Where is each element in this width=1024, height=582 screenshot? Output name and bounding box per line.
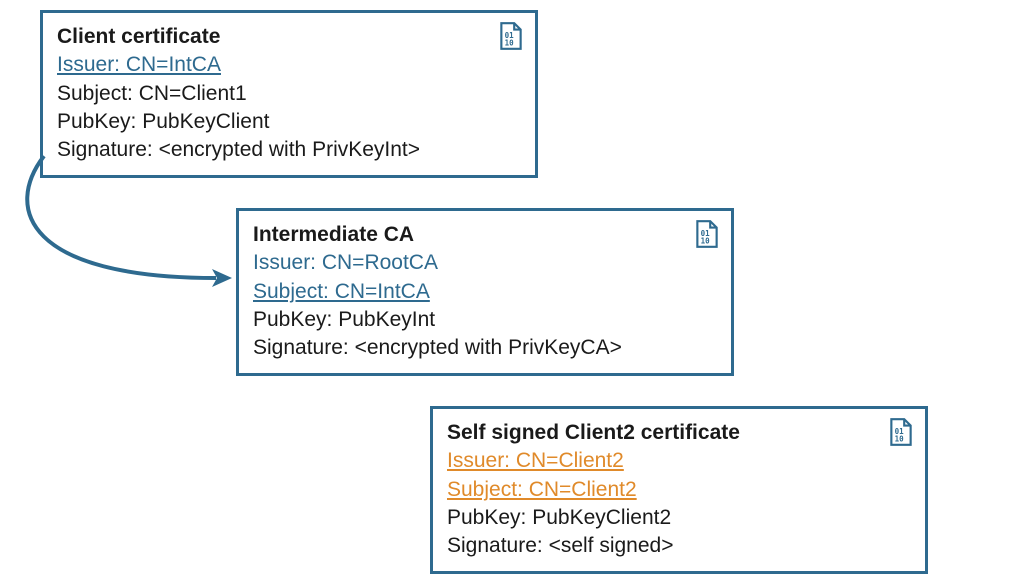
svg-text:10: 10 [505, 39, 515, 48]
binary-file-icon: 01 10 [693, 219, 721, 249]
cert-issuer: Issuer: CN=RootCA [253, 249, 717, 277]
cert-pubkey: PubKey: PubKeyClient2 [447, 504, 911, 532]
cert-title: Client certificate [57, 23, 521, 51]
cert-subject: Subject: CN=Client1 [57, 80, 521, 108]
binary-file-icon: 01 10 [497, 21, 525, 51]
self-signed-certificate-box: Self signed Client2 certificate Issuer: … [430, 406, 928, 574]
svg-text:10: 10 [701, 237, 711, 246]
cert-title: Intermediate CA [253, 221, 717, 249]
cert-issuer: Issuer: CN=IntCA [57, 51, 521, 79]
cert-issuer: Issuer: CN=Client2 [447, 447, 911, 475]
cert-subject: Subject: CN=IntCA [253, 278, 717, 306]
cert-pubkey: PubKey: PubKeyInt [253, 306, 717, 334]
cert-signature: Signature: <encrypted with PrivKeyInt> [57, 136, 521, 164]
cert-title: Self signed Client2 certificate [447, 419, 911, 447]
cert-pubkey: PubKey: PubKeyClient [57, 108, 521, 136]
svg-text:10: 10 [895, 435, 905, 444]
cert-subject: Subject: CN=Client2 [447, 476, 911, 504]
intermediate-ca-box: Intermediate CA Issuer: CN=RootCA Subjec… [236, 208, 734, 376]
cert-signature: Signature: <encrypted with PrivKeyCA> [253, 334, 717, 362]
cert-signature: Signature: <self signed> [447, 532, 911, 560]
binary-file-icon: 01 10 [887, 417, 915, 447]
client-certificate-box: Client certificate Issuer: CN=IntCA Subj… [40, 10, 538, 178]
